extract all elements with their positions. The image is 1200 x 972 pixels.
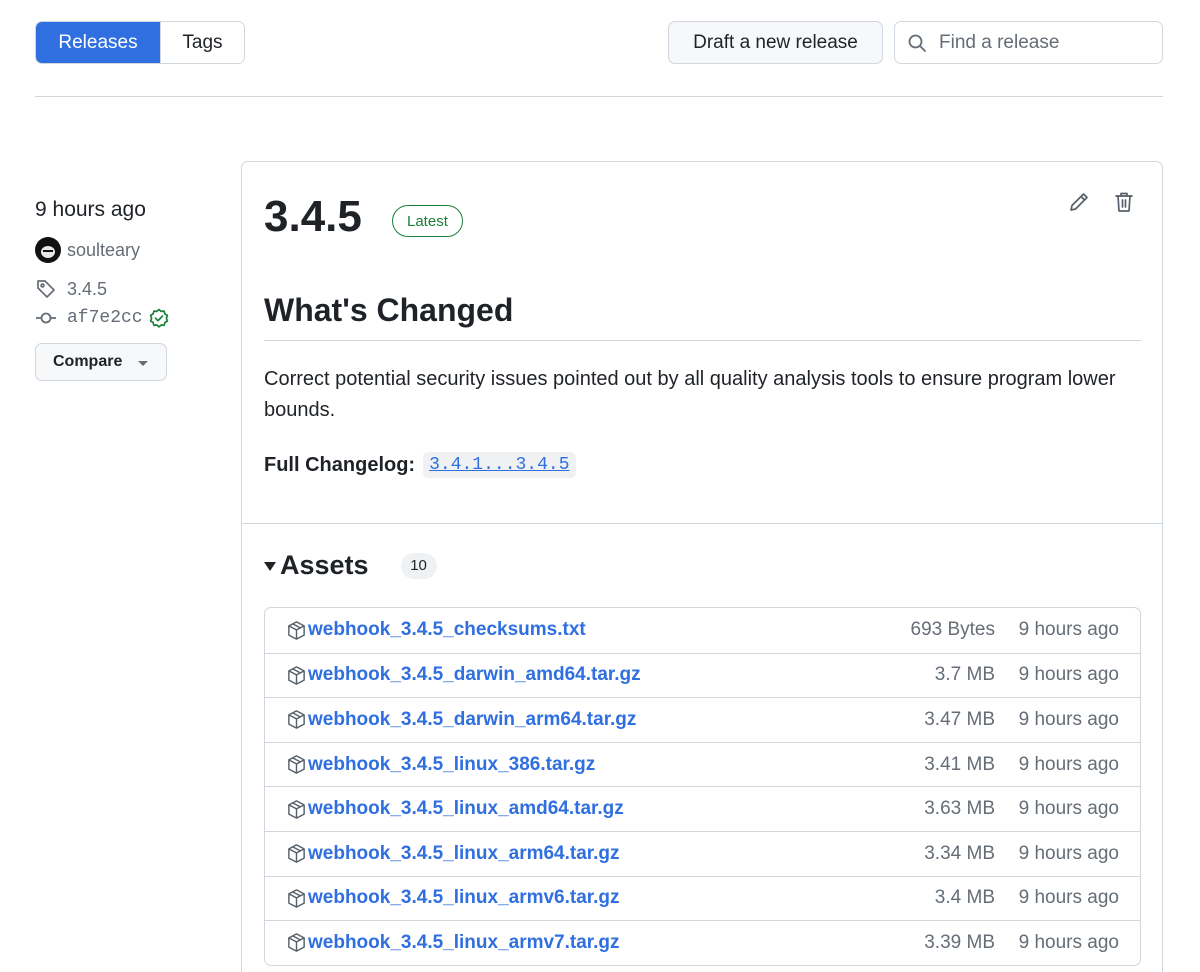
commit-sha[interactable]: af7e2cc [67, 308, 143, 328]
changelog-label: Full Changelog: [264, 453, 416, 476]
header-divider [35, 96, 1163, 97]
package-icon [286, 754, 308, 776]
edit-release-button[interactable] [1065, 188, 1093, 216]
verified-icon [149, 308, 168, 328]
release-card: 3.4.5 Latest What's Changed Correct pote… [241, 161, 1163, 972]
asset-row: webhook_3.4.5_darwin_amd64.tar.gz 3.7 MB 9… [265, 652, 1140, 698]
tag-icon [37, 280, 55, 298]
asset-size: 3.41 MB [924, 753, 995, 775]
latest-badge: Latest [392, 205, 463, 237]
avatar [35, 237, 61, 263]
asset-name-link[interactable]: webhook_3.4.5_linux_amd64.tar.gz [308, 798, 624, 820]
compare-button[interactable]: Compare [35, 343, 167, 381]
assets-toggle[interactable]: Assets 10 [264, 550, 437, 581]
asset-row: webhook_3.4.5_linux_386.tar.gz 3.41 MB 9 h… [265, 741, 1140, 787]
asset-row: webhook_3.4.5_linux_armv6.tar.gz 3.4 MB 9 … [265, 875, 1140, 921]
tab-releases[interactable]: Releases [36, 22, 160, 63]
asset-list: webhook_3.4.5_checksums.txt 693 Bytes 9 ho… [264, 607, 1141, 966]
changelog-link[interactable]: 3.4.1...3.4.5 [423, 452, 576, 478]
full-changelog: Full Changelog: 3.4.1...3.4.5 [264, 452, 576, 478]
asset-time: 9 hours ago [1018, 798, 1119, 820]
asset-name-link[interactable]: webhook_3.4.5_linux_armv7.tar.gz [308, 932, 620, 954]
release-search[interactable] [894, 21, 1163, 64]
asset-time: 9 hours ago [1018, 931, 1119, 953]
compare-label: Compare [53, 353, 123, 370]
tag-link[interactable]: 3.4.5 [35, 278, 107, 300]
asset-size: 693 Bytes [910, 619, 996, 641]
package-icon [286, 664, 308, 686]
caret-down-icon [264, 562, 276, 571]
asset-size: 3.4 MB [934, 887, 995, 909]
author-name[interactable]: soulteary [67, 240, 140, 261]
commit-icon [36, 312, 56, 324]
asset-row: webhook_3.4.5_checksums.txt 693 Bytes 9 ho… [265, 608, 1140, 653]
asset-name-link[interactable]: webhook_3.4.5_linux_arm64.tar.gz [308, 843, 620, 865]
asset-row: webhook_3.4.5_linux_armv7.tar.gz 3.39 MB 9… [265, 920, 1140, 965]
package-icon [286, 843, 308, 865]
search-input[interactable] [939, 31, 1149, 54]
asset-size: 3.47 MB [924, 708, 995, 730]
package-icon [286, 798, 308, 820]
asset-time: 9 hours ago [1018, 708, 1119, 730]
commit-link[interactable]: af7e2cc [35, 307, 170, 329]
release-time: 9 hours ago [35, 198, 146, 221]
package-icon [286, 887, 308, 909]
asset-size: 3.7 MB [934, 664, 995, 686]
assets-count-badge: 10 [400, 552, 437, 579]
tag-name[interactable]: 3.4.5 [67, 279, 107, 300]
tab-tags[interactable]: Tags [160, 22, 244, 63]
package-icon [286, 619, 308, 641]
assets-divider [242, 523, 1162, 524]
asset-name-link[interactable]: webhook_3.4.5_checksums.txt [308, 619, 586, 641]
asset-size: 3.39 MB [924, 931, 995, 953]
pencil-icon [1070, 193, 1088, 211]
trash-icon [1115, 192, 1133, 212]
asset-name-link[interactable]: webhook_3.4.5_linux_armv6.tar.gz [308, 887, 620, 909]
release-tag-switch: Releases Tags [35, 21, 245, 64]
delete-release-button[interactable] [1110, 188, 1138, 216]
heading-divider [264, 340, 1141, 341]
asset-size: 3.63 MB [924, 798, 995, 820]
release-description: Correct potential security issues pointe… [264, 368, 1116, 421]
package-icon [286, 709, 308, 731]
release-title[interactable]: 3.4.5 [264, 192, 362, 242]
draft-new-release-button[interactable]: Draft a new release [668, 21, 883, 64]
asset-row: webhook_3.4.5_linux_arm64.tar.gz 3.34 MB 9… [265, 830, 1140, 876]
asset-time: 9 hours ago [1018, 753, 1119, 775]
asset-row: webhook_3.4.5_linux_amd64.tar.gz 3.63 MB 9… [265, 786, 1140, 831]
chevron-down-icon [138, 361, 149, 366]
asset-name-link[interactable]: webhook_3.4.5_darwin_amd64.tar.gz [308, 664, 641, 686]
assets-title: Assets [280, 550, 369, 580]
author-link[interactable]: soulteary [35, 237, 140, 263]
asset-name-link[interactable]: webhook_3.4.5_darwin_arm64.tar.gz [308, 709, 636, 731]
package-icon [286, 932, 308, 954]
asset-time: 9 hours ago [1018, 842, 1119, 864]
asset-name-link[interactable]: webhook_3.4.5_linux_386.tar.gz [308, 754, 595, 776]
changes-heading: What's Changed [264, 292, 514, 328]
asset-time: 9 hours ago [1018, 664, 1119, 686]
asset-size: 3.34 MB [924, 842, 995, 864]
asset-time: 9 hours ago [1018, 619, 1119, 641]
asset-time: 9 hours ago [1018, 887, 1119, 909]
asset-row: webhook_3.4.5_darwin_arm64.tar.gz 3.47 MB… [265, 697, 1140, 742]
search-icon [908, 34, 926, 52]
